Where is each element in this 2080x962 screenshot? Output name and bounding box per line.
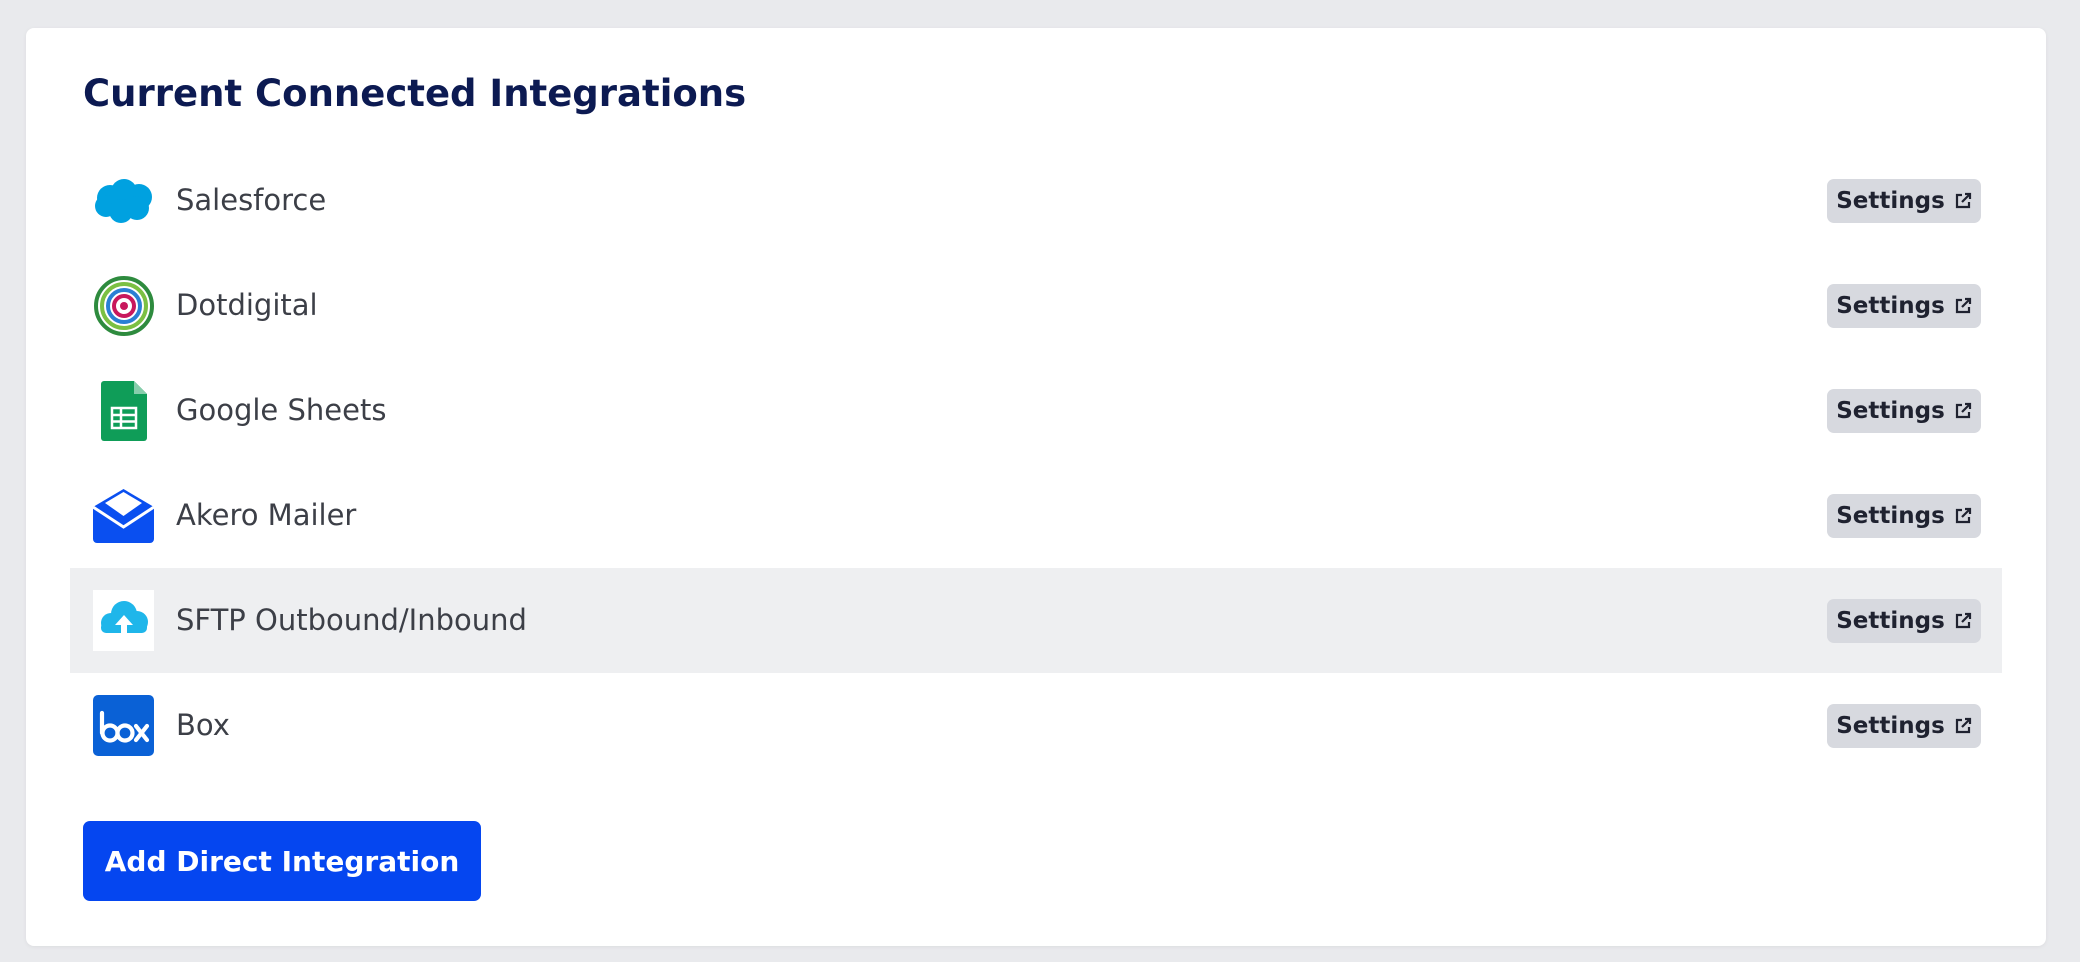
settings-button-akero-mailer[interactable]: Settings <box>1827 494 1981 538</box>
integration-row-google-sheets: Google Sheets Settings <box>70 358 2002 463</box>
integration-row-akero-mailer: Akero Mailer Settings <box>70 463 2002 568</box>
add-direct-integration-button[interactable]: Add Direct Integration <box>83 821 481 901</box>
integrations-list: Salesforce Settings Dotdigital Settings … <box>70 148 2002 778</box>
sftp-cloud-upload-icon <box>93 590 154 651</box>
integration-row-sftp: SFTP Outbound/Inbound Settings <box>70 568 2002 673</box>
external-link-icon <box>1955 297 1971 314</box>
external-link-icon <box>1955 192 1971 209</box>
dotdigital-logo-icon <box>93 275 154 336</box>
settings-button-label: Settings <box>1836 188 1945 214</box>
salesforce-logo-icon <box>93 170 154 231</box>
integration-name: SFTP Outbound/Inbound <box>176 603 527 637</box>
settings-button-label: Settings <box>1836 503 1945 529</box>
integration-name: Akero Mailer <box>176 498 357 532</box>
settings-button-dotdigital[interactable]: Settings <box>1827 284 1981 328</box>
page-title: Current Connected Integrations <box>83 72 747 115</box>
integrations-card: Current Connected Integrations Salesforc… <box>26 28 2046 946</box>
integration-name: Box <box>176 708 230 742</box>
settings-button-google-sheets[interactable]: Settings <box>1827 389 1981 433</box>
integration-name: Dotdigital <box>176 288 318 322</box>
integration-name: Google Sheets <box>176 393 387 427</box>
integration-name: Salesforce <box>176 183 327 217</box>
external-link-icon <box>1955 402 1971 419</box>
settings-button-label: Settings <box>1836 398 1945 424</box>
integration-row-salesforce: Salesforce Settings <box>70 148 2002 253</box>
settings-button-label: Settings <box>1836 608 1945 634</box>
settings-button-sftp[interactable]: Settings <box>1827 599 1981 643</box>
external-link-icon <box>1955 507 1971 524</box>
box-logo-icon <box>93 695 154 756</box>
external-link-icon <box>1955 717 1971 734</box>
integration-row-dotdigital: Dotdigital Settings <box>70 253 2002 358</box>
settings-button-label: Settings <box>1836 293 1945 319</box>
external-link-icon <box>1955 612 1971 629</box>
settings-button-label: Settings <box>1836 713 1945 739</box>
settings-button-box[interactable]: Settings <box>1827 704 1981 748</box>
google-sheets-logo-icon <box>93 380 154 441</box>
akero-mailer-logo-icon <box>93 485 154 546</box>
integration-row-box: Box Settings <box>70 673 2002 778</box>
settings-button-salesforce[interactable]: Settings <box>1827 179 1981 223</box>
